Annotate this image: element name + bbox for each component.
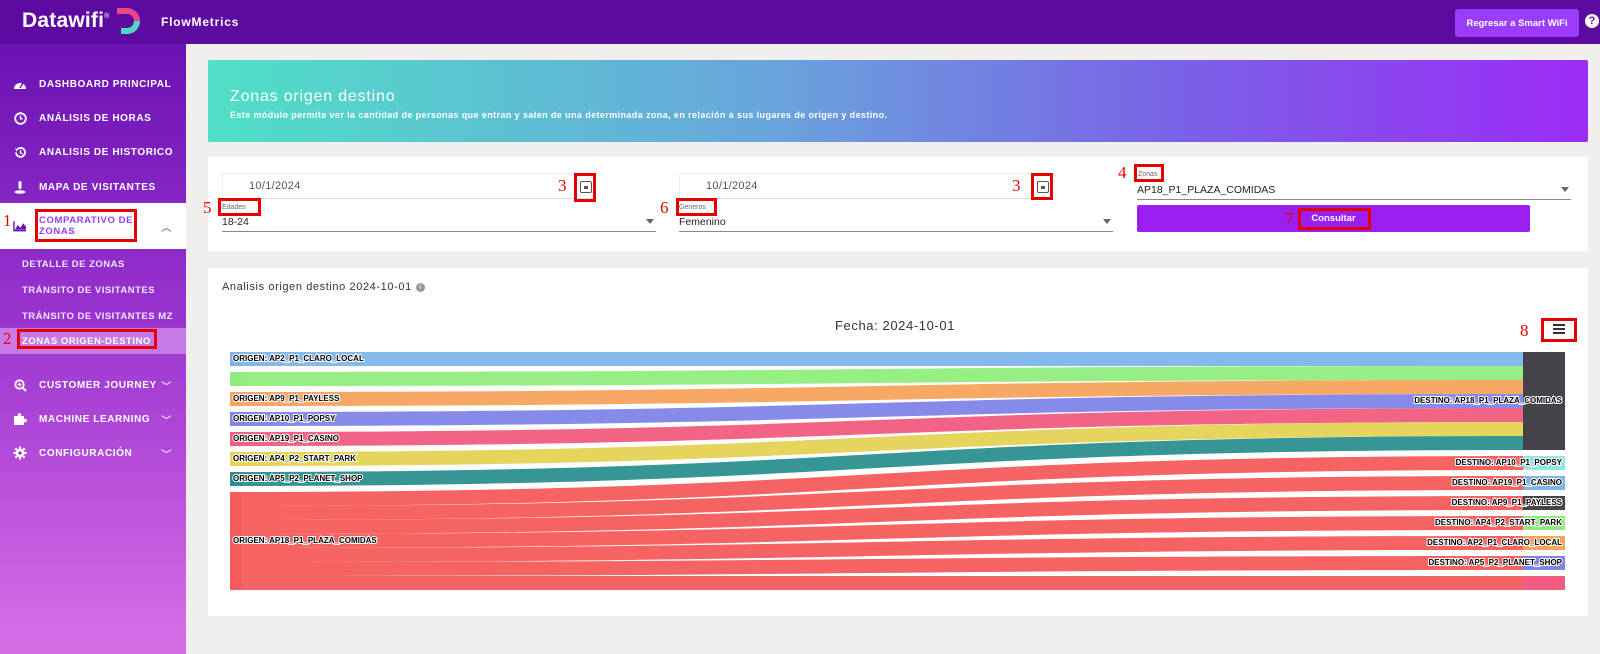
target-node-label: DESTINO: AP10_P1_POPSY xyxy=(1456,458,1563,467)
annotation-number: 4 xyxy=(1118,163,1127,182)
annotation-number: 1 xyxy=(3,211,12,230)
sankey-links xyxy=(230,352,1525,590)
sankey-chart: ORIGEN: AP2_P1_CLARO_LOCAL ORIGEN: AP9_P1… xyxy=(230,352,1565,590)
source-node-label: ORIGEN: AP18_P1_PLAZA_COMIDAS xyxy=(233,536,377,545)
sankey-link[interactable] xyxy=(230,352,1525,366)
target-node-label: DESTINO: AP19_P1_CASINO xyxy=(1452,478,1562,487)
target-node-label: DESTINO: AP4_P2_START_PARK xyxy=(1435,518,1562,527)
target-node-label: DESTINO: AP9_P1_PAYLESS xyxy=(1452,498,1563,507)
sankey-link[interactable] xyxy=(230,576,1525,590)
annotation-number: 7 xyxy=(1285,209,1294,228)
annotation-number: 2 xyxy=(3,329,12,348)
annotation-number: 5 xyxy=(203,198,212,217)
annotation-number: 8 xyxy=(1520,321,1529,340)
source-node-label: ORIGEN: AP4_P2_START_PARK xyxy=(233,454,356,463)
annotation-number: 3 xyxy=(558,176,567,195)
target-node[interactable] xyxy=(1523,576,1565,590)
target-node-label: DESTINO: AP5_P2_PLANET_SHOP xyxy=(1428,558,1562,567)
annotation-number: 3 xyxy=(1012,176,1021,195)
source-node-label: ORIGEN: AP19_P1_CASINO xyxy=(233,434,339,443)
annotation-number: 6 xyxy=(660,198,669,217)
source-node-label: ORIGEN: AP10_P1_POPSY xyxy=(233,414,336,423)
source-node-label: ORIGEN: AP9_P1_PAYLESS xyxy=(233,394,340,403)
source-node-label: ORIGEN: AP5_P2_PLANET_SHOP xyxy=(233,474,363,483)
source-node[interactable] xyxy=(230,372,242,386)
target-node-label: DESTINO: AP2_P1_CLARO_LOCAL xyxy=(1427,538,1562,547)
source-node-label: ORIGEN: AP2_P1_CLARO_LOCAL xyxy=(233,354,364,363)
target-node-label: DESTINO: AP18_P1_PLAZA_COMIDAS xyxy=(1414,396,1562,405)
